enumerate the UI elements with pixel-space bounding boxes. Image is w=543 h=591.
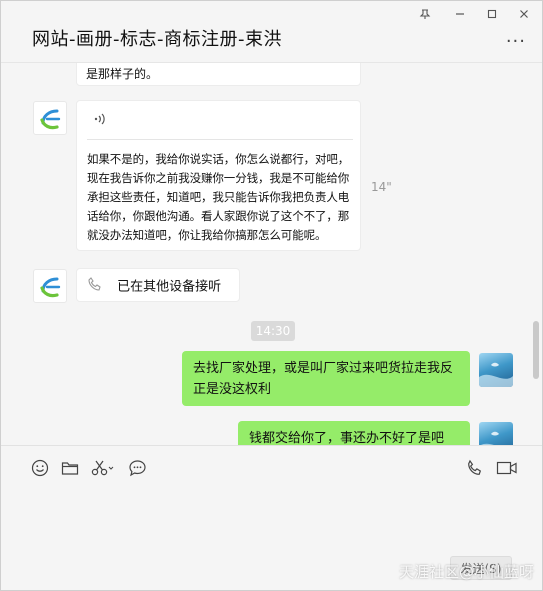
message-bubble-outgoing[interactable]: 钱都交给你了，事还办不好了是吧: [238, 421, 470, 445]
emoji-icon[interactable]: [30, 458, 50, 478]
chat-window: 网站-画册-标志-商标注册-束洪 ··· 是那样子的。 如果不是的，我给你说实话…: [0, 0, 543, 591]
input-toolbar: [1, 445, 542, 491]
chat-title: 网站-画册-标志-商标注册-束洪: [32, 29, 282, 50]
chat-scrollbar[interactable]: [533, 321, 539, 379]
message-text: 去找厂家处理，或是叫厂家过来吧货拉走我反正是没这权利: [193, 361, 454, 397]
voice-transcript: 如果不是的，我给你说实话，你怎么说都行，对吧，现在我告诉你之前我没赚你一分钱，我…: [87, 152, 350, 242]
contact-logo-icon: [40, 277, 61, 298]
voice-message-bubble[interactable]: 如果不是的，我给你说实话，你怎么说都行，对吧，现在我告诉你之前我没赚你一分钱，我…: [76, 100, 361, 251]
watermark-text: 天涯社区@小仙蓝呀: [398, 563, 534, 581]
contact-logo-icon: [40, 109, 61, 130]
timestamp-pill: 14:30: [251, 321, 295, 341]
message-bubble-incoming: 是那样子的。: [76, 63, 361, 86]
self-avatar-image-icon: [479, 362, 513, 387]
pin-icon[interactable]: [414, 5, 436, 23]
avatar-contact[interactable]: [33, 269, 67, 303]
folder-icon[interactable]: [60, 458, 80, 478]
avatar-self[interactable]: [479, 353, 513, 387]
scissors-icon[interactable]: [90, 458, 116, 478]
call-notice-text: 已在其他设备接听: [117, 279, 222, 295]
message-bubble-outgoing[interactable]: 去找厂家处理，或是叫厂家过来吧货拉走我反正是没这权利: [182, 351, 470, 406]
title-bar: 网站-画册-标志-商标注册-束洪 ···: [1, 1, 542, 63]
chat-bubble-icon[interactable]: [127, 458, 147, 478]
voice-duration: 14": [371, 180, 392, 194]
message-list[interactable]: 是那样子的。 如果不是的，我给你说实话，你怎么说都行，对吧，现在我告诉你之前我没…: [1, 63, 542, 445]
minimize-icon[interactable]: [449, 5, 471, 23]
message-text: 钱都交给你了，事还办不好了是吧: [249, 431, 445, 445]
maximize-icon[interactable]: [481, 5, 503, 23]
phone-icon[interactable]: [465, 458, 485, 478]
video-icon[interactable]: [495, 458, 519, 478]
phone-icon: [87, 276, 113, 298]
avatar-contact[interactable]: [33, 101, 67, 135]
avatar-self[interactable]: [479, 422, 513, 445]
more-options-button[interactable]: ···: [506, 31, 526, 52]
message-text: 是那样子的。: [86, 67, 159, 81]
call-notice-bubble[interactable]: 已在其他设备接听: [76, 268, 240, 302]
self-avatar-image-icon: [480, 431, 513, 445]
transcript-divider: [87, 139, 353, 140]
close-icon[interactable]: [513, 5, 535, 23]
voice-wave-icon: [87, 111, 350, 131]
